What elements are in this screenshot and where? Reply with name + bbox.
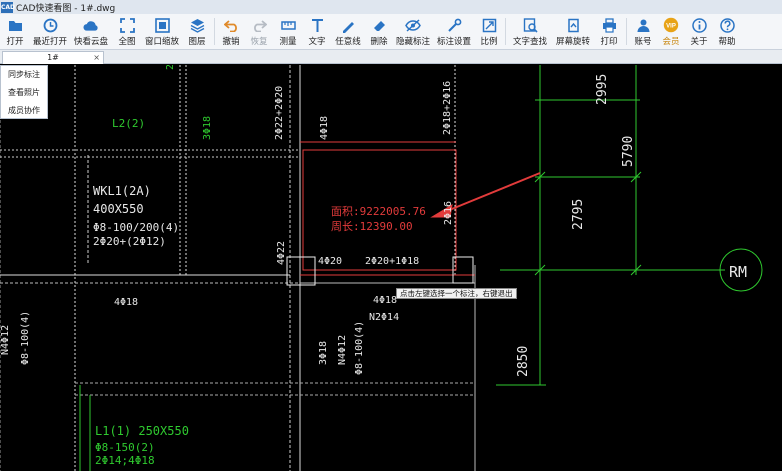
- screen-rotate-button[interactable]: 屏幕旋转: [552, 14, 594, 49]
- annotation-hint-tooltip: 点击左键选择一个标注，右键退出: [396, 288, 517, 299]
- vip-button[interactable]: VIP 会员: [657, 14, 685, 49]
- undo-button[interactable]: 撤销: [217, 14, 245, 49]
- cad-label-l1-stirrup: Φ8-150(2): [95, 441, 155, 454]
- cad-viewer-window: CAD CAD快速看图 - 1#.dwg 打开 最近打开 快看云盘 全图 窗口缩…: [0, 0, 782, 471]
- cad-label-wkl-stirrup: Φ8-100/200(4): [93, 221, 179, 234]
- app-logo-icon: CAD: [1, 1, 16, 13]
- document-tab-strip: 1# ×: [0, 50, 782, 64]
- cad-label-axis-rm: RM: [729, 263, 747, 281]
- window-zoom-button[interactable]: 窗口缩放: [142, 14, 182, 49]
- measure-icon: [280, 17, 296, 33]
- cad-label-wkl-rebar: 2Φ20+(2Φ12): [93, 235, 166, 248]
- cad-label-rebar-4phi22: 4Φ22: [276, 241, 287, 265]
- cad-label-rebar-n4phi12-mid: N4Φ12: [337, 335, 348, 365]
- text-icon: [309, 17, 325, 33]
- cad-label-rebar-4phi18-left: 4Φ18: [114, 297, 138, 308]
- printer-icon: [601, 17, 617, 33]
- toolbar-divider: [214, 18, 215, 45]
- side-menu: 同步标注 查看照片 成员协作: [0, 65, 48, 119]
- tab-1-dwg[interactable]: 1# ×: [2, 51, 104, 64]
- recent-open-button[interactable]: 最近打开: [30, 14, 70, 49]
- cad-label-dim-2995: 2995: [595, 74, 610, 105]
- eye-hide-icon: [405, 17, 421, 33]
- eraser-icon: [371, 17, 387, 33]
- cad-label-perimeter-label: 周长:12390.00: [331, 220, 413, 233]
- cad-label-rebar-3phi18-b: 3Φ18: [318, 341, 329, 365]
- cad-label-area-label: 面积:9222005.76: [331, 205, 426, 218]
- cad-label-rebar-n2phi14: N2Φ14: [369, 312, 399, 323]
- cloud-drive-button[interactable]: 快看云盘: [70, 14, 112, 49]
- cad-label-rebar-phi8-100-left: Φ8-100(4): [20, 311, 31, 365]
- cad-label-rebar-2phi18-16: 2Φ18+2Φ16: [442, 81, 453, 135]
- clock-icon: [42, 17, 58, 33]
- freeline-icon: [340, 17, 356, 33]
- help-icon: [719, 17, 735, 33]
- text-search-button[interactable]: 文字查找: [508, 14, 552, 49]
- about-button[interactable]: 关于: [685, 14, 713, 49]
- svg-text:VIP: VIP: [666, 24, 676, 30]
- open-button[interactable]: 打开: [0, 14, 30, 49]
- cad-label-rebar-phi8-100-mid: Φ8-100(4): [354, 321, 365, 375]
- cad-label-rebar-n4phi12-left: N4Φ12: [0, 325, 11, 355]
- cad-label-dim-2850: 2850: [516, 346, 531, 377]
- redo-button[interactable]: 恢复: [245, 14, 273, 49]
- user-icon: [635, 17, 651, 33]
- cad-label-rebar-4phi20: 4Φ20: [318, 256, 342, 267]
- sync-annotation-item[interactable]: 同步标注: [1, 66, 47, 84]
- drawing-canvas[interactable]: L2(2) 2Φ20+2Φ18 3Φ18 2Φ22+2Φ20 4Φ18 2Φ18+2Φ16…: [0, 65, 782, 471]
- close-icon[interactable]: ×: [93, 52, 100, 64]
- cad-label-beam-l2: L2(2): [112, 117, 145, 130]
- screen-rotate-icon: [565, 17, 581, 33]
- cad-label-l1-rebar: 2Φ14;4Φ18: [95, 454, 155, 467]
- toolbar-divider: [626, 18, 627, 45]
- main-toolbar: 打开 最近打开 快看云盘 全图 窗口缩放 图层 撤销 恢复 测量 文字 任意线 …: [0, 14, 782, 50]
- cad-label-rebar-3phi18-a: 3Φ18: [202, 116, 213, 140]
- title-bar: CAD CAD快速看图 - 1#.dwg: [0, 0, 782, 14]
- free-line-button[interactable]: 任意线: [331, 14, 365, 49]
- cad-label-rebar-2phi22: 2Φ22+2Φ20: [274, 86, 285, 140]
- print-button[interactable]: 打印: [594, 14, 624, 49]
- delete-button[interactable]: 删除: [365, 14, 393, 49]
- vip-icon: VIP: [663, 17, 679, 33]
- window-title: CAD快速看图 - 1#.dwg: [16, 3, 116, 14]
- cad-drawing: L2(2) 2Φ20+2Φ18 3Φ18 2Φ22+2Φ20 4Φ18 2Φ18+2Φ16…: [0, 65, 763, 471]
- info-icon: [691, 17, 707, 33]
- fullview-icon: [119, 17, 135, 33]
- text-button[interactable]: 文字: [303, 14, 331, 49]
- scale-icon: [481, 17, 497, 33]
- view-photos-item[interactable]: 查看照片: [1, 84, 47, 102]
- cad-label-rebar-4phi18-top: 4Φ18: [319, 116, 330, 140]
- annotation-settings-icon: [446, 17, 462, 33]
- folder-icon: [7, 17, 23, 33]
- text-search-icon: [522, 17, 538, 33]
- hide-annotation-button[interactable]: 隐藏标注: [393, 14, 433, 49]
- cad-label-rebar-2phi16: 2Φ16: [443, 201, 454, 225]
- cad-label-rebar-4phi18-mid: 4Φ18: [373, 295, 397, 306]
- toolbar-divider: [505, 18, 506, 45]
- cad-label-rebar-2phi20: 2Φ20+2Φ18: [165, 65, 176, 70]
- scale-button[interactable]: 比例: [475, 14, 503, 49]
- cad-label-l1-title: L1(1) 250X550: [95, 424, 189, 438]
- annotation-settings-button[interactable]: 标注设置: [433, 14, 475, 49]
- layers-button[interactable]: 图层: [182, 14, 212, 49]
- layers-icon: [189, 17, 205, 33]
- cloud-icon: [83, 17, 99, 33]
- cad-label-wkl-size: 400X550: [93, 202, 144, 216]
- redo-icon: [251, 17, 267, 33]
- cad-label-dim-5790: 5790: [621, 136, 636, 167]
- undo-icon: [223, 17, 239, 33]
- cad-label-dim-2795: 2795: [571, 199, 586, 230]
- window-zoom-icon: [154, 17, 170, 33]
- measure-button[interactable]: 测量: [273, 14, 303, 49]
- account-button[interactable]: 账号: [629, 14, 657, 49]
- full-view-button[interactable]: 全图: [112, 14, 142, 49]
- help-button[interactable]: 帮助: [713, 14, 741, 49]
- member-collaboration-item[interactable]: 成员协作: [1, 102, 47, 120]
- cad-label-wkl-title: WKL1(2A): [93, 184, 151, 198]
- cad-label-rebar-2phi20-1: 2Φ20+1Φ18: [365, 256, 419, 267]
